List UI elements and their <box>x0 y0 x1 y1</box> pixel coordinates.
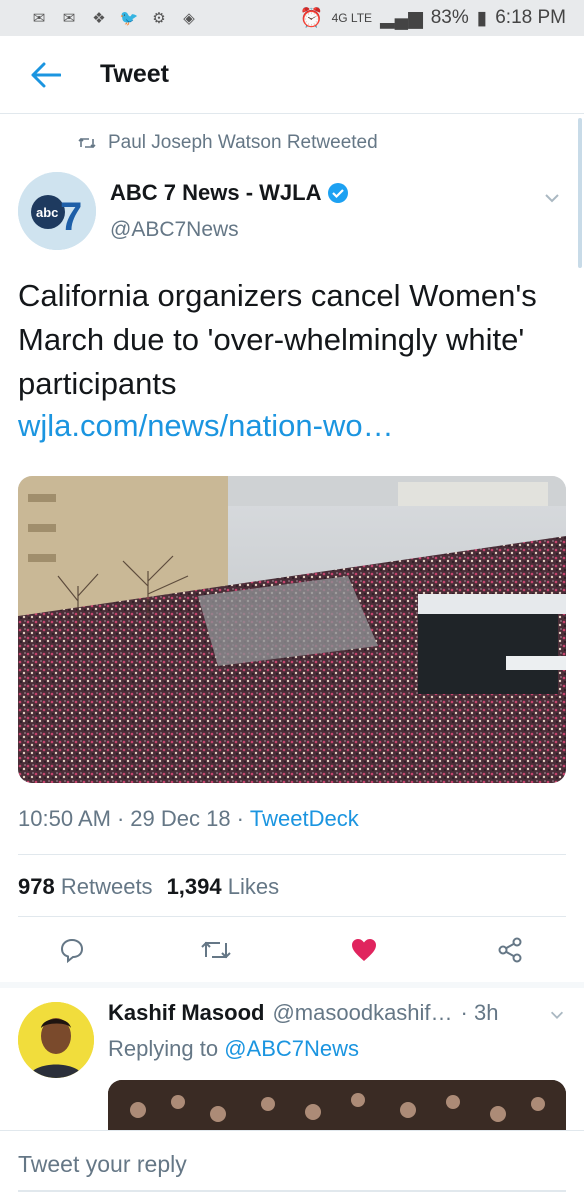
tweet-link[interactable]: wjla.com/news/nation-wo… <box>18 408 394 444</box>
divider <box>18 854 566 855</box>
reply-author-name[interactable]: Kashif Masood <box>108 1000 264 1026</box>
likes-stat[interactable]: 1,394 Likes <box>167 874 280 900</box>
section-separator <box>0 982 584 988</box>
reply-image[interactable] <box>108 1080 566 1130</box>
like-button[interactable] <box>344 930 384 970</box>
settings-icon: ⚙ <box>152 10 166 27</box>
chevron-down-icon[interactable] <box>542 188 562 208</box>
reply-header: Kashif Masood @masoodkashif… · 3h <box>108 1000 498 1026</box>
tweet-author: abc 7 ABC 7 News - WJLA @ABC7News <box>18 172 566 252</box>
tweet-image[interactable] <box>18 476 566 783</box>
crowd-photo <box>108 1080 566 1130</box>
reply-input[interactable]: Tweet your reply <box>18 1151 187 1178</box>
tweet-text: California organizers cancel Women's Mar… <box>18 278 537 401</box>
battery-percent: 83% <box>430 7 469 28</box>
reply-icon <box>60 938 84 964</box>
tweet-stats: 978 Retweets 1,394 Likes <box>18 874 279 900</box>
battery-icon: ▮ <box>476 7 488 29</box>
retweet-context: Paul Joseph Watson Retweeted <box>78 132 378 154</box>
crowd-photo <box>18 476 566 783</box>
retweeted-by[interactable]: Paul Joseph Watson Retweeted <box>108 132 378 154</box>
avatar[interactable]: abc 7 <box>18 172 96 250</box>
svg-text:7: 7 <box>60 195 82 239</box>
retweet-button[interactable] <box>196 930 236 970</box>
reply-age: · 3h <box>460 1000 499 1025</box>
retweets-stat[interactable]: 978 Retweets <box>18 874 153 900</box>
back-button[interactable] <box>16 45 76 105</box>
abc7-logo: abc 7 <box>18 172 96 250</box>
chevron-down-icon[interactable] <box>548 1006 566 1024</box>
alarm-icon: ⏰ <box>299 8 324 29</box>
author-name[interactable]: ABC 7 News - WJLA <box>110 180 349 206</box>
verified-icon <box>328 183 349 203</box>
avatar[interactable] <box>18 1002 94 1078</box>
tweet-source[interactable]: TweetDeck <box>250 806 359 832</box>
tweet-meta: 10:50 AM · 29 Dec 18 · TweetDeck <box>18 806 359 832</box>
input-underline <box>18 1190 566 1192</box>
replying-to-handle[interactable]: @ABC7News <box>224 1036 359 1061</box>
twitter-icon: 🐦 <box>119 10 139 27</box>
app-bar: Tweet <box>0 36 584 114</box>
reply-author-handle[interactable]: @masoodkashif… <box>272 1000 452 1026</box>
share-icon <box>498 937 522 963</box>
heart-icon <box>352 939 376 961</box>
profile-photo <box>18 1002 94 1078</box>
meta-separator: · <box>236 806 244 831</box>
retweet-icon <box>78 137 96 149</box>
app-icon: ❖ <box>92 10 106 27</box>
mail-icon: ✉ <box>32 10 46 27</box>
replying-to: Replying to @ABC7News <box>108 1036 360 1061</box>
network-indicator: 4G LTE <box>331 11 373 25</box>
signal-icon: ▂▄▆ <box>380 7 423 29</box>
page-title: Tweet <box>100 60 169 88</box>
message-icon: ✉ <box>62 10 76 27</box>
tweet-time: 10:50 AM <box>18 806 111 831</box>
status-bar: ✉ ✉ ❖ 🐦 ⚙ ◈ ⏰ 4G LTE ▂▄▆ 83% ▮ 6:18 PM <box>0 0 584 36</box>
divider <box>18 916 566 917</box>
svg-text:abc: abc <box>36 205 58 220</box>
author-handle[interactable]: @ABC7News <box>110 218 239 242</box>
tweet-date: 29 Dec 18 <box>130 806 231 831</box>
retweet-icon <box>201 941 231 959</box>
back-arrow-icon <box>31 62 61 87</box>
tweet-actions <box>0 930 584 970</box>
reply-button[interactable] <box>52 930 92 970</box>
app-badge-icon: ◈ <box>183 10 195 27</box>
scrollbar[interactable] <box>578 118 582 268</box>
share-button[interactable] <box>490 930 530 970</box>
reply-composer: Tweet your reply <box>0 1130 584 1200</box>
clock: 6:18 PM <box>495 7 566 28</box>
notification-icons: ✉ ✉ ❖ 🐦 ⚙ ◈ <box>28 9 200 27</box>
meta-separator: · <box>116 806 125 831</box>
